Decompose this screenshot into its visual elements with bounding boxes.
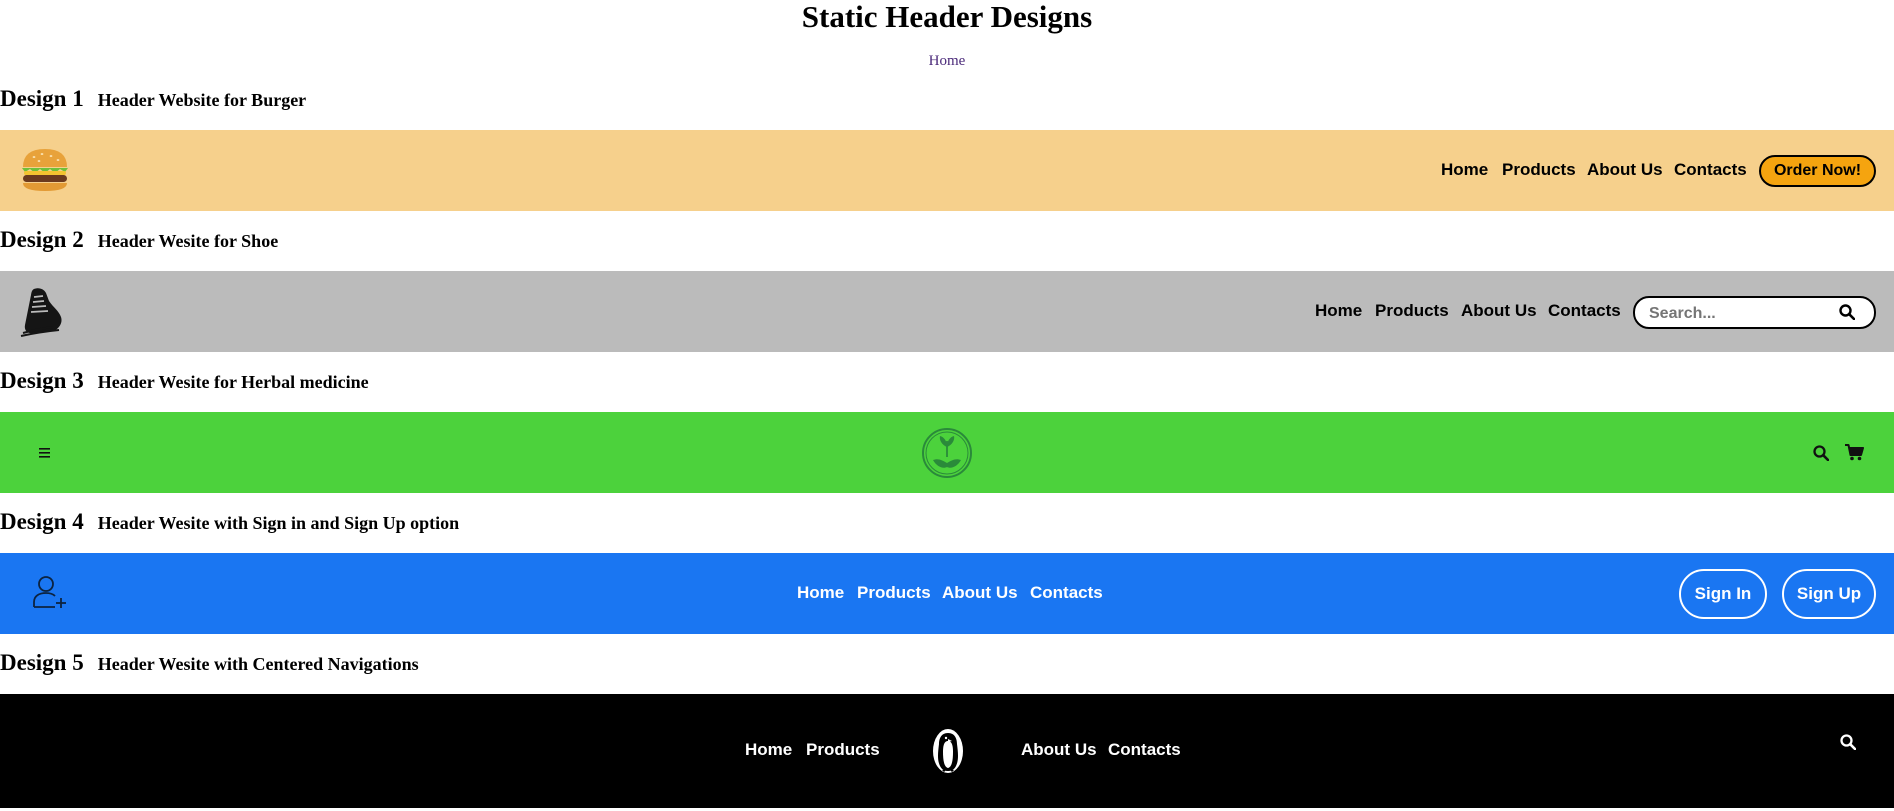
sign-up-button[interactable]: Sign Up xyxy=(1782,569,1876,619)
cart-icon[interactable] xyxy=(1845,444,1864,461)
shoe-header: Home Products About Us Contacts xyxy=(0,271,1894,352)
design-label: Design 1 xyxy=(0,86,84,111)
nav-about-us[interactable]: About Us xyxy=(1021,740,1097,760)
search-icon[interactable] xyxy=(1813,445,1829,461)
design-5-heading: Design 5 Header Wesite with Centered Navi… xyxy=(0,650,419,680)
design-subtitle: Header Website for Burger xyxy=(97,90,307,110)
centered-nav-header: Home Products About Us Contacts xyxy=(0,694,1894,808)
nav-contacts[interactable]: Contacts xyxy=(1030,583,1103,603)
nav-contacts[interactable]: Contacts xyxy=(1108,740,1181,760)
nav-contacts[interactable]: Contacts xyxy=(1548,301,1621,321)
order-now-button[interactable]: Order Now! xyxy=(1759,155,1876,187)
nav-products[interactable]: Products xyxy=(857,583,931,603)
home-link[interactable]: Home xyxy=(0,52,1894,70)
search-icon[interactable] xyxy=(1839,304,1855,320)
design-subtitle: Header Wesite with Sign in and Sign Up o… xyxy=(97,513,460,533)
design-label: Design 2 xyxy=(0,227,84,252)
design-subtitle: Header Wesite for Shoe xyxy=(97,231,279,251)
design-4-heading: Design 4 Header Wesite with Sign in and S… xyxy=(0,509,459,539)
nav-home[interactable]: Home xyxy=(1315,301,1362,321)
nav-products[interactable]: Products xyxy=(1375,301,1449,321)
design-label: Design 4 xyxy=(0,509,84,534)
shoe-icon[interactable] xyxy=(19,285,67,337)
nav-about-us[interactable]: About Us xyxy=(942,583,1018,603)
herbal-leaf-logo-icon[interactable] xyxy=(921,427,973,479)
nav-about-us[interactable]: About Us xyxy=(1461,301,1537,321)
search-icon[interactable] xyxy=(1840,734,1856,750)
design-subtitle: Header Wesite for Herbal medicine xyxy=(97,372,369,392)
herbal-header xyxy=(0,412,1894,493)
nav-about-us[interactable]: About Us xyxy=(1587,160,1663,180)
design-1-heading: Design 1 Header Website for Burger xyxy=(0,86,306,116)
design-3-heading: Design 3 Header Wesite for Herbal medicin… xyxy=(0,368,369,398)
search-box xyxy=(1633,296,1876,329)
penguin-logo-icon[interactable] xyxy=(932,728,964,774)
burger-icon[interactable] xyxy=(20,147,70,193)
nav-home[interactable]: Home xyxy=(797,583,844,603)
design-subtitle: Header Wesite with Centered Navigations xyxy=(97,654,419,674)
nav-products[interactable]: Products xyxy=(806,740,880,760)
nav-products[interactable]: Products xyxy=(1502,160,1576,180)
design-label: Design 5 xyxy=(0,650,84,675)
design-2-heading: Design 2 Header Wesite for Shoe xyxy=(0,227,278,257)
auth-header: Home Products About Us Contacts Sign In … xyxy=(0,553,1894,634)
hamburger-menu-icon[interactable] xyxy=(39,448,50,458)
burger-header: Home Products About Us Contacts Order No… xyxy=(0,130,1894,211)
nav-contacts[interactable]: Contacts xyxy=(1674,160,1747,180)
sign-in-button[interactable]: Sign In xyxy=(1679,569,1767,619)
page-title: Static Header Designs xyxy=(801,0,1093,34)
nav-home[interactable]: Home xyxy=(1441,160,1488,180)
add-user-icon[interactable] xyxy=(33,575,68,609)
nav-home[interactable]: Home xyxy=(745,740,792,760)
design-label: Design 3 xyxy=(0,368,84,393)
search-input[interactable] xyxy=(1647,302,1826,325)
